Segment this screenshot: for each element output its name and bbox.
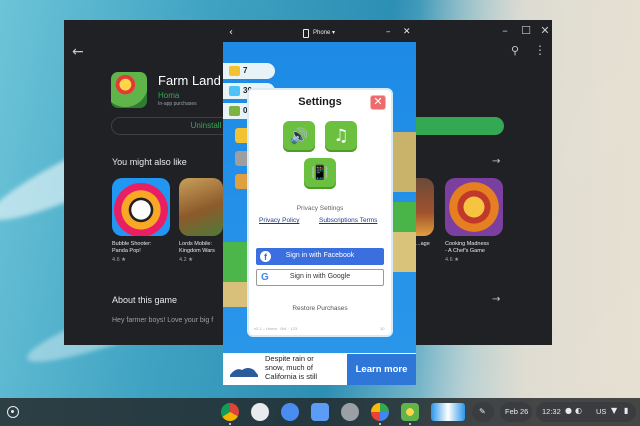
maximize-icon[interactable]: ☐: [519, 24, 533, 38]
shelf: ✎ Feb 26 12:32 ● ◐ US ▼ ▮: [0, 398, 640, 426]
coin-icon: [229, 66, 240, 76]
sync-icon: ◐: [575, 406, 582, 415]
arrow-right-icon[interactable]: →: [492, 294, 500, 305]
stylus-tools-button[interactable]: ✎: [472, 402, 494, 422]
about-description: Hey farmer boys! Love your big f: [112, 317, 214, 324]
close-icon[interactable]: ✕: [403, 27, 411, 37]
recommendations-heading: You might also like: [112, 157, 187, 167]
materials-value: 0: [243, 106, 248, 115]
battery-icon: ▮: [624, 406, 629, 415]
restore-purchases-button[interactable]: Restore Purchases: [249, 305, 391, 312]
phone-icon: [303, 29, 309, 38]
clock-icon[interactable]: [281, 403, 299, 421]
field-stripe: [223, 242, 248, 282]
coins-value: 7: [243, 66, 248, 75]
app-title: Farm Land -: [158, 73, 229, 88]
settings-gear-icon[interactable]: [235, 151, 250, 166]
app-subtitle: In-app purchases: [158, 101, 197, 107]
recommended-app-card[interactable]: ...age: [416, 178, 434, 248]
field-stripe: [393, 202, 416, 232]
wifi-icon: ▼: [611, 406, 618, 415]
running-indicator: [229, 423, 231, 425]
device-size-selector[interactable]: Phone ▾: [313, 29, 335, 36]
field-stripe: [393, 132, 416, 192]
version-text: v2.1 ⁠– Homa · 0b1 · 123: [254, 326, 298, 331]
recommended-app-card[interactable]: Bubble Shooter: Panda Pop! 4.6 ★: [112, 178, 170, 263]
recommended-app-rating: 4.2 ★: [179, 257, 194, 263]
back-arrow-icon[interactable]: ‹: [229, 27, 233, 38]
recommended-app-card[interactable]: Cooking Madness - A Chef's Game 4.6 ★: [445, 178, 503, 263]
app-icon-farm-land: [111, 72, 147, 108]
bear-logo-icon: [228, 361, 260, 379]
date-label: Feb 26: [505, 407, 529, 416]
running-indicator: [409, 423, 411, 425]
about-heading: About this game: [112, 295, 178, 305]
game-titlebar: ‹ Phone ▾ – ✕: [223, 25, 416, 42]
window-preview-icon[interactable]: [431, 403, 465, 421]
minimize-icon[interactable]: –: [498, 24, 512, 38]
pen-icon: ✎: [479, 407, 486, 416]
recommended-app-name: Cooking Madness - A Chef's Game: [445, 241, 490, 254]
privacy-policy-link[interactable]: Privacy Policy: [259, 217, 299, 224]
recommended-app-rating: 4.6 ★: [112, 257, 127, 263]
facebook-signin-label: Sign in with Facebook: [285, 252, 355, 259]
app-icon-panda-pop: [112, 178, 170, 236]
privacy-settings-heading: Privacy Settings: [296, 205, 344, 212]
vibration-toggle-button[interactable]: 📳: [304, 158, 336, 189]
back-arrow-icon[interactable]: ←: [72, 44, 84, 60]
recommended-app-rating: 4.6 ★: [445, 257, 460, 263]
subscriptions-terms-link[interactable]: Subscriptions Terms: [319, 217, 377, 224]
recommended-app-name: Lords Mobile: Kingdom Wars: [179, 241, 215, 254]
close-icon[interactable]: ✕: [538, 24, 552, 38]
field-stripe: [223, 282, 248, 307]
facebook-signin-button[interactable]: f Sign in with Facebook: [256, 248, 384, 265]
app-icon-lords-mobile: [179, 178, 223, 236]
files-icon[interactable]: [311, 403, 329, 421]
locale-label: US: [596, 407, 607, 416]
shop-icon[interactable]: [235, 128, 250, 143]
settings-icon[interactable]: [341, 403, 359, 421]
app-icon-partial: [416, 178, 434, 236]
recommended-app-name: ...age: [416, 241, 430, 247]
material-icon: [229, 106, 240, 116]
book-icon[interactable]: [235, 174, 250, 189]
close-dialog-button[interactable]: ✕: [370, 95, 386, 110]
recommended-app-card[interactable]: Lords Mobile: Kingdom Wars 4.2 ★: [179, 178, 223, 263]
vibrate-icon: 📳: [311, 165, 329, 181]
minimize-icon[interactable]: –: [386, 27, 391, 37]
google-signin-button[interactable]: G Sign in with Google: [256, 269, 384, 286]
developer-link[interactable]: Homa: [158, 91, 179, 100]
field-stripe: [393, 232, 416, 272]
coins-counter: 7: [223, 63, 275, 79]
running-indicator: [379, 423, 381, 425]
version-suffix: 10: [380, 326, 385, 331]
recommended-app-name: Bubble Shooter: Panda Pop!: [112, 241, 152, 254]
calendar-button[interactable]: Feb 26: [500, 402, 532, 422]
play-store-icon[interactable]: [371, 403, 389, 421]
search-icon[interactable]: ⚲: [511, 44, 519, 57]
gem-icon: [229, 86, 240, 96]
arrow-right-icon[interactable]: →: [492, 156, 500, 167]
messages-icon[interactable]: [251, 403, 269, 421]
more-options-icon[interactable]: ⋮: [534, 43, 546, 57]
music-toggle-button[interactable]: ♫: [325, 121, 357, 152]
speaker-icon: 🔊: [289, 127, 309, 145]
notification-icon: ●: [565, 406, 572, 415]
app-icon-cooking-madness: [445, 178, 503, 236]
google-signin-label: Sign in with Google: [289, 273, 351, 280]
ad-banner[interactable]: Despite rain or snow, much of California…: [223, 353, 416, 385]
sound-toggle-button[interactable]: 🔊: [283, 121, 315, 152]
music-note-icon: ♫: [333, 126, 349, 146]
learn-more-button[interactable]: Learn more: [347, 354, 416, 385]
status-area[interactable]: 12:32 ● ◐ US ▼ ▮: [536, 402, 636, 422]
ad-text: Despite rain or snow, much of California…: [265, 354, 318, 381]
time-label: 12:32: [542, 407, 561, 416]
farm-land-icon[interactable]: [401, 403, 419, 421]
launcher-icon[interactable]: [7, 406, 19, 418]
settings-dialog: Settings ✕ 🔊 ♫ 📳 Privacy Settings Privac…: [249, 90, 391, 335]
chrome-icon[interactable]: [221, 403, 239, 421]
